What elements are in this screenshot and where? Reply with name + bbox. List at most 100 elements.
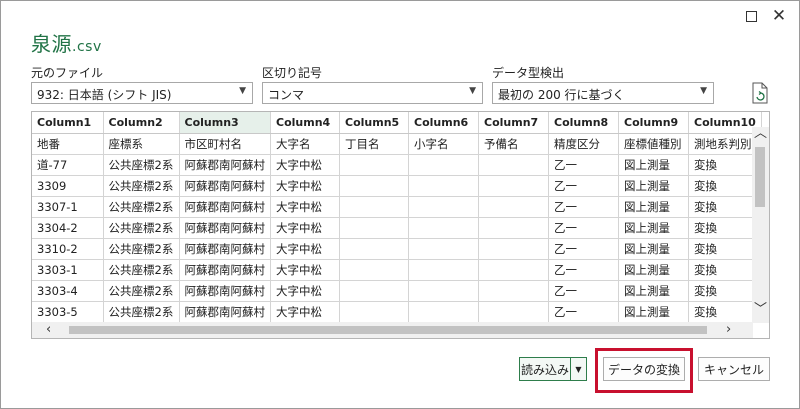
table-row: 3310-2 公共座標2系 阿蘇郡南阿蘇村 大字中松 乙一 図上測量 変換 <box>32 238 762 260</box>
column-header[interactable]: Column8 <box>548 112 619 134</box>
table-cell: 変換 <box>688 196 762 218</box>
dialog-title-ext: .csv <box>72 39 102 55</box>
delimiter-dropdown[interactable]: コンマ ▼ <box>262 82 483 104</box>
table-cell: 阿蘇郡南阿蘇村 <box>179 217 271 239</box>
cancel-button[interactable]: キャンセル <box>698 357 770 381</box>
table-cell: 3303-1 <box>32 259 104 281</box>
table-cell: 大字中松 <box>270 238 340 260</box>
table-cell: 公共座標2系 <box>103 154 180 176</box>
table-cell <box>339 238 409 260</box>
table-cell: 阿蘇郡南阿蘇村 <box>179 154 271 176</box>
column-header[interactable]: Column6 <box>408 112 479 134</box>
column-header[interactable]: Column2 <box>103 112 180 134</box>
table-row: 3303-4 公共座標2系 阿蘇郡南阿蘇村 大字中松 乙一 図上測量 変換 <box>32 280 762 302</box>
table-cell: 道-77 <box>32 154 104 176</box>
preview-table: Column1 Column2 Column3 Column4 Column5 … <box>32 112 762 323</box>
table-cell: 乙一 <box>548 280 619 302</box>
file-origin-label: 元のファイル <box>31 66 104 80</box>
table-cell: 座標系 <box>103 133 180 155</box>
column-header[interactable]: Column1 <box>32 112 104 134</box>
table-cell: 大字中松 <box>270 280 340 302</box>
table-row: 地番 座標系 市区町村名 大字名 丁目名 小字名 予備名 精度区分 座標値種別 測地系判別 <box>32 133 762 155</box>
close-button[interactable]: ✕ <box>768 5 790 27</box>
table-cell: 公共座標2系 <box>103 238 180 260</box>
table-cell: 変換 <box>688 301 762 323</box>
dialog-title-name: 泉源 <box>31 32 72 56</box>
table-cell <box>478 301 549 323</box>
table-row: 3303-5 公共座標2系 阿蘇郡南阿蘇村 大字中松 乙一 図上測量 変換 <box>32 301 762 323</box>
table-cell: 公共座標2系 <box>103 196 180 218</box>
refresh-document-icon[interactable] <box>751 82 769 104</box>
table-cell: 大字中松 <box>270 217 340 239</box>
column-header[interactable]: Column9 <box>618 112 689 134</box>
table-cell <box>408 154 479 176</box>
table-cell: 公共座標2系 <box>103 280 180 302</box>
table-row: 3309 公共座標2系 阿蘇郡南阿蘇村 大字中松 乙一 図上測量 変換 <box>32 175 762 197</box>
table-cell <box>478 280 549 302</box>
column-header[interactable]: Column7 <box>478 112 549 134</box>
vertical-scroll-thumb[interactable] <box>755 147 765 207</box>
delimiter-label: 区切り記号 <box>262 66 323 80</box>
table-cell: 変換 <box>688 217 762 239</box>
table-cell: 図上測量 <box>618 196 689 218</box>
file-origin-value: 932: 日本語 (シフト JIS) <box>37 88 172 102</box>
table-cell: 3303-4 <box>32 280 104 302</box>
type-detection-value: 最初の 200 行に基づく <box>498 88 625 102</box>
table-cell <box>478 259 549 281</box>
table-cell: 乙一 <box>548 217 619 239</box>
table-cell <box>339 280 409 302</box>
vertical-scrollbar[interactable]: ︿ ﹀ <box>752 127 769 323</box>
table-cell: 測地系判別 <box>688 133 762 155</box>
table-cell <box>408 196 479 218</box>
table-cell: 3307-1 <box>32 196 104 218</box>
maximize-button[interactable] <box>740 5 762 27</box>
chevron-left-icon[interactable]: ‹ <box>46 323 51 336</box>
table-cell: 図上測量 <box>618 280 689 302</box>
column-header[interactable]: Column5 <box>339 112 409 134</box>
table-cell: 地番 <box>32 133 104 155</box>
table-cell <box>408 238 479 260</box>
table-cell: 図上測量 <box>618 238 689 260</box>
table-cell: 大字中松 <box>270 301 340 323</box>
table-cell <box>478 154 549 176</box>
table-cell <box>339 259 409 281</box>
column-header[interactable]: Column4 <box>270 112 340 134</box>
table-cell: 公共座標2系 <box>103 259 180 281</box>
table-cell <box>339 175 409 197</box>
chevron-up-icon[interactable]: ︿ <box>754 127 767 140</box>
table-cell: 精度区分 <box>548 133 619 155</box>
table-cell: 大字中松 <box>270 259 340 281</box>
close-icon: ✕ <box>771 6 787 26</box>
load-options-button[interactable]: ▼ <box>570 357 587 381</box>
file-origin-dropdown[interactable]: 932: 日本語 (シフト JIS) ▼ <box>31 82 253 104</box>
table-cell: 阿蘇郡南阿蘇村 <box>179 259 271 281</box>
table-cell: 市区町村名 <box>179 133 271 155</box>
chevron-right-icon[interactable]: › <box>726 323 731 336</box>
horizontal-scrollbar[interactable]: ‹ › <box>32 322 753 338</box>
load-button[interactable]: 読み込み <box>519 357 571 381</box>
table-cell <box>408 301 479 323</box>
table-cell <box>478 196 549 218</box>
table-cell: 阿蘇郡南阿蘇村 <box>179 196 271 218</box>
table-cell <box>408 280 479 302</box>
transform-data-button[interactable]: データの変換 <box>603 357 685 381</box>
table-cell: 大字中松 <box>270 175 340 197</box>
column-header[interactable]: Column3 <box>179 112 271 134</box>
table-cell: 図上測量 <box>618 301 689 323</box>
table-row: 3307-1 公共座標2系 阿蘇郡南阿蘇村 大字中松 乙一 図上測量 変換 <box>32 196 762 218</box>
table-cell <box>478 217 549 239</box>
horizontal-scroll-thumb[interactable] <box>69 326 707 334</box>
table-cell: 小字名 <box>408 133 479 155</box>
table-cell <box>408 259 479 281</box>
table-cell: 阿蘇郡南阿蘇村 <box>179 280 271 302</box>
table-cell: 図上測量 <box>618 217 689 239</box>
chevron-down-icon[interactable]: ﹀ <box>754 303 767 316</box>
table-cell: 変換 <box>688 154 762 176</box>
header-row: Column1 Column2 Column3 Column4 Column5 … <box>32 112 762 134</box>
column-header[interactable]: Column10 <box>688 112 762 134</box>
table-cell: 乙一 <box>548 175 619 197</box>
type-detection-dropdown[interactable]: 最初の 200 行に基づく ▼ <box>492 82 714 104</box>
table-cell: 阿蘇郡南阿蘇村 <box>179 301 271 323</box>
table-cell <box>478 175 549 197</box>
table-cell: 乙一 <box>548 259 619 281</box>
